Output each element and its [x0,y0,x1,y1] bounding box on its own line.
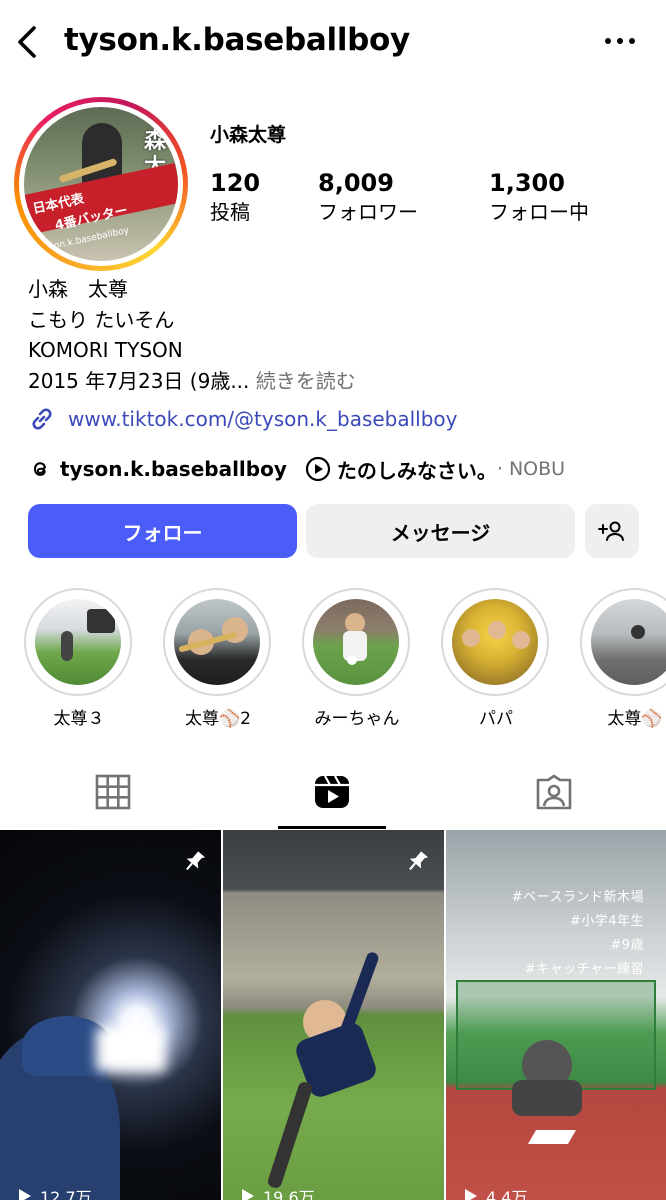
highlight-label: みーちゃん [314,709,400,729]
view-count-text: 12.7万 [40,1188,92,1200]
tagged-tab-icon[interactable] [534,772,574,812]
highlight-label: パパ [479,709,513,729]
highlight-label: 太尊⚾️ [607,709,663,729]
reel-tile[interactable]: #ベースランド新木場 #小学4年生 #9歳 #キャッチャー練習 4.4万 [446,830,666,1200]
display-name: 小森太尊 [210,124,287,146]
stat-following[interactable]: 1,300 フォロー中 [489,168,589,226]
stat-posts[interactable]: 120 投稿 [210,168,260,226]
bio-line: KOMORI TYSON [28,338,183,362]
highlight-cover [24,588,132,696]
reel-caption: #ベースランド新木場 #小学4年生 #9歳 #キャッチャー練習 [512,886,644,982]
add-person-icon [598,521,624,541]
bio-line: 2015 年7月23日 (9歳... [28,368,250,393]
play-icon [19,1189,31,1200]
message-button[interactable]: メッセージ [306,504,575,558]
grid-tab-icon[interactable] [93,772,133,812]
highlight-item[interactable]: 太尊⚾️ [580,588,666,729]
profile-chips: tyson.k.baseballboy たのしみなさい。 · NOBU [28,452,565,486]
reel-tag: #小学4年生 [569,914,644,929]
highlight-item[interactable]: 太尊⚾️2 [163,588,273,729]
profile-username: tyson.k.baseballboy [64,22,410,58]
view-count-text: 19.6万 [263,1188,315,1200]
bio-line: こもり たいそん [28,307,175,332]
read-more-link[interactable]: 続きを読む [249,369,356,393]
highlight-item[interactable]: 太尊３ [24,588,134,729]
profile-avatar[interactable]: 森 太 尊 日本代表 4番バッター tyson.k.baseballboy [14,97,188,271]
bio-line: 小森 太尊 [28,277,128,301]
reel-tag: #キャッチャー練習 [524,962,644,977]
stat-value: 1,300 [489,169,565,197]
stat-followers[interactable]: 8,009 フォロワー [318,168,418,226]
profile-bio: 小森 太尊 こもり たいそん KOMORI TYSON 2015 年7月23日 … [28,274,356,396]
suggested-users-button[interactable] [585,504,639,558]
play-icon [242,1189,254,1200]
view-count-text: 4.4万 [486,1188,528,1200]
view-count: 19.6万 [237,1184,315,1200]
threads-handle[interactable]: tyson.k.baseballboy [60,457,287,481]
back-arrow-icon[interactable] [14,24,42,60]
view-count: 12.7万 [14,1184,92,1200]
profile-tabs [0,752,666,830]
profile-header: tyson.k.baseballboy [0,0,666,84]
reel-tile[interactable]: 19.6万 [223,830,444,1200]
link-icon [32,408,52,430]
highlight-label: 太尊３ [53,709,105,729]
avatar-image: 森 太 尊 日本代表 4番バッター tyson.k.baseballboy [24,107,178,261]
music-title[interactable]: たのしみなさい。 [337,455,497,484]
play-circle-icon [305,456,330,482]
stat-label: 投稿 [210,200,250,224]
view-count: 4.4万 [460,1184,527,1200]
reel-tag: #ベースランド新木場 [511,890,644,905]
avatar-caption-3: tyson.k.baseballboy [39,225,130,255]
stat-label: フォロー中 [489,200,589,224]
follow-button[interactable]: フォロー [28,504,297,558]
reels-tab-icon[interactable] [312,772,352,812]
pin-icon [186,851,206,871]
pin-icon [409,851,429,871]
highlight-cover [580,588,666,696]
link-url[interactable]: www.tiktok.com/@tyson.k_baseballboy [68,407,458,431]
highlight-item[interactable]: パパ [441,588,551,729]
highlight-cover [163,588,271,696]
highlight-cover [441,588,549,696]
reels-grid: 12.7万 19.6万 #ベースランド新木場 #小学4年生 #9歳 #キャッチャ… [0,830,666,1200]
stat-label: フォロワー [318,200,418,224]
stat-value: 120 [210,169,261,197]
play-icon [465,1189,477,1200]
music-artist: · NOBU [496,458,566,480]
active-tab-indicator [278,826,386,829]
highlight-cover [302,588,410,696]
threads-icon [33,462,46,476]
reel-tag: #9歳 [610,938,644,953]
highlight-item[interactable]: みーちゃん [302,588,412,729]
more-options-icon[interactable] [604,36,636,46]
stat-value: 8,009 [318,169,394,197]
profile-link[interactable]: www.tiktok.com/@tyson.k_baseballboy [28,402,458,436]
reel-tile[interactable]: 12.7万 [0,830,221,1200]
highlight-label: 太尊⚾️2 [185,709,251,729]
